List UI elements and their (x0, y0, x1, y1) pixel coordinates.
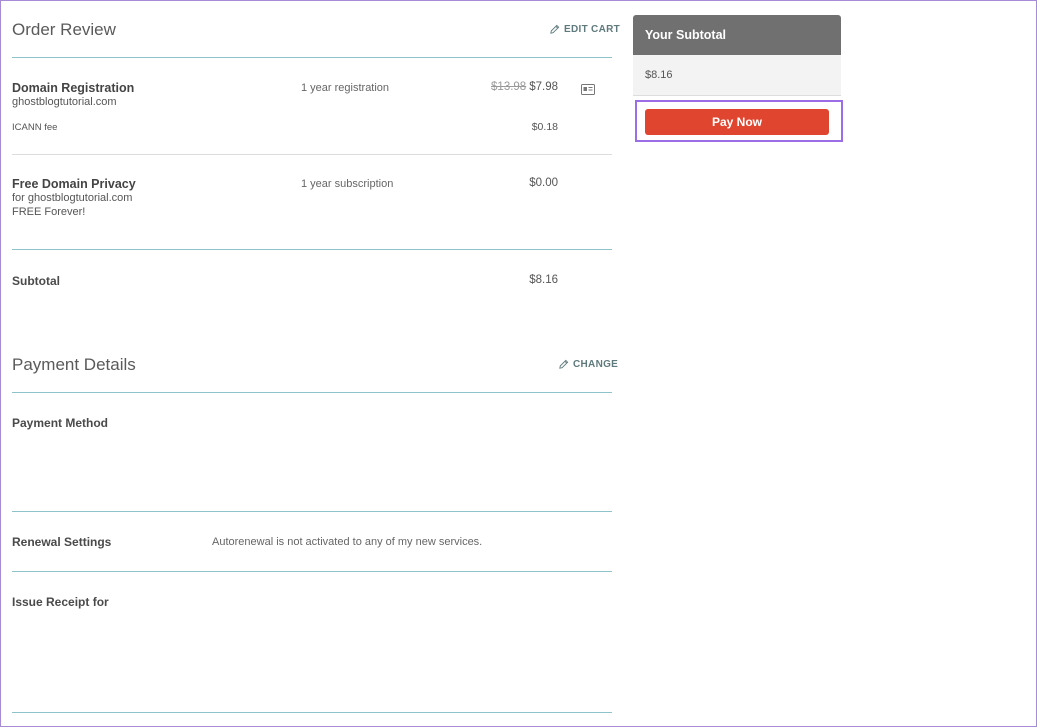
divider (12, 154, 612, 155)
divider (12, 571, 612, 572)
item-term: 1 year subscription (301, 178, 394, 190)
order-review-title: Order Review (12, 20, 116, 39)
page-frame (0, 0, 1037, 727)
item-new-price: $7.98 (529, 81, 558, 93)
edit-cart-label: EDIT CART (564, 24, 621, 35)
item-old-price: $13.98 (491, 81, 527, 93)
item-name: Free Domain Privacy (12, 177, 136, 191)
item-domain: ghostblogtutorial.com (12, 96, 117, 108)
subtotal-value: $8.16 (529, 274, 558, 286)
item-price: $0.00 (529, 177, 558, 189)
item-price: $13.98 $7.98 (470, 81, 558, 93)
id-card-icon[interactable] (581, 82, 595, 100)
change-payment-link[interactable]: CHANGE (558, 359, 618, 370)
payment-details-title: Payment Details (12, 355, 136, 374)
divider (12, 57, 612, 58)
renewal-settings-text: Autorenewal is not activated to any of m… (212, 536, 483, 548)
divider (12, 511, 612, 512)
subtotal-panel-amount: $8.16 (633, 55, 841, 96)
item-name: Domain Registration (12, 81, 135, 95)
fee-label: ICANN fee (12, 122, 58, 133)
subtotal-label: Subtotal (12, 274, 60, 288)
pencil-icon (559, 359, 569, 369)
renewal-settings-label: Renewal Settings (12, 535, 112, 549)
divider (12, 249, 612, 250)
item-detail: for ghostblogtutorial.com (12, 192, 133, 204)
pencil-icon (550, 24, 560, 34)
subtotal-panel-title: Your Subtotal (633, 15, 841, 55)
item-term: 1 year registration (301, 82, 390, 94)
payment-method-label: Payment Method (12, 416, 109, 430)
divider (12, 712, 612, 713)
item-detail-free: FREE Forever! (12, 206, 86, 218)
change-label: CHANGE (573, 359, 619, 370)
issue-receipt-label: Issue Receipt for (12, 595, 109, 609)
divider (12, 392, 612, 393)
edit-cart-link[interactable]: EDIT CART (549, 24, 620, 35)
fee-price: $0.18 (531, 121, 558, 133)
pay-now-button[interactable]: Pay Now (645, 109, 829, 135)
subtotal-panel: Your Subtotal $8.16 (633, 15, 841, 96)
